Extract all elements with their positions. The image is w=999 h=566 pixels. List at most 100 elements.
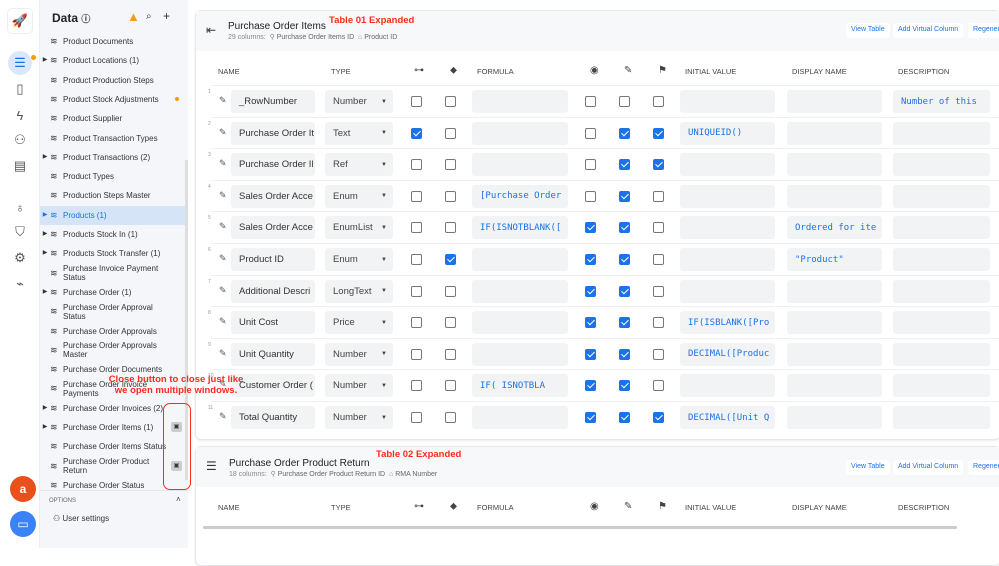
initial-value-input[interactable]: [680, 153, 775, 177]
chat-icon[interactable]: ▤: [8, 154, 32, 178]
collapse-icon[interactable]: ⇤: [206, 23, 216, 37]
sidebar-item[interactable]: ≋ Product Types: [40, 167, 186, 186]
require-checkbox[interactable]: [653, 222, 664, 234]
column-type-select[interactable]: EnumList ▼: [325, 216, 393, 240]
view-table-button[interactable]: View Table: [846, 460, 890, 475]
show-checkbox[interactable]: [585, 285, 596, 297]
formula-input[interactable]: IF(ISNOTBLANK([: [472, 216, 568, 240]
edit-column-icon[interactable]: ✎: [219, 221, 227, 232]
editable-checkbox[interactable]: [619, 317, 630, 329]
warning-icon[interactable]: ▲: [127, 9, 140, 24]
editable-checkbox[interactable]: [619, 412, 630, 423]
initial-value-input[interactable]: UNIQUEID(): [680, 121, 775, 145]
initial-value-input[interactable]: [680, 374, 775, 398]
key-checkbox[interactable]: [411, 254, 422, 265]
display-name-input[interactable]: [787, 90, 882, 113]
key-checkbox[interactable]: [411, 380, 422, 392]
description-input[interactable]: [893, 374, 990, 398]
show-checkbox[interactable]: [585, 222, 596, 234]
show-checkbox[interactable]: [585, 159, 596, 171]
launcher-icon[interactable]: a: [10, 476, 36, 502]
expand-arrow-icon[interactable]: ▶: [40, 404, 50, 413]
require-checkbox[interactable]: [653, 254, 664, 265]
require-checkbox[interactable]: [653, 159, 664, 171]
initial-value-input[interactable]: [680, 184, 775, 208]
edit-column-icon[interactable]: ✎: [219, 190, 227, 201]
show-checkbox[interactable]: [585, 380, 596, 392]
label-checkbox[interactable]: [445, 317, 456, 329]
label-checkbox[interactable]: [445, 254, 456, 265]
security-icon[interactable]: ⛉: [8, 220, 32, 244]
editable-checkbox[interactable]: [619, 380, 630, 392]
sidebar-item[interactable]: ▶ ≋ Product Transactions (2): [40, 148, 186, 167]
edit-column-icon[interactable]: ✎: [219, 348, 227, 359]
formula-input[interactable]: [472, 311, 568, 335]
sidebar-item[interactable]: ≋ Product Production Steps: [40, 71, 186, 90]
expand-arrow-icon[interactable]: ▶: [40, 211, 50, 220]
column-name-input[interactable]: Additional Descri: [231, 279, 315, 303]
column-name-input[interactable]: Unit Quantity: [231, 342, 315, 366]
label-checkbox[interactable]: [445, 190, 456, 202]
add-virtual-column-button[interactable]: Add Virtual Column: [893, 460, 964, 475]
list-icon[interactable]: ☰: [206, 459, 217, 473]
key-checkbox[interactable]: [411, 348, 422, 360]
description-input[interactable]: [893, 153, 990, 177]
settings-icon[interactable]: ⚙: [8, 246, 32, 270]
initial-value-input[interactable]: DECIMAL([Produc: [680, 342, 775, 366]
initial-value-input[interactable]: DECIMAL([Unit Q: [680, 406, 775, 429]
key-checkbox[interactable]: [411, 222, 422, 234]
sidebar-item[interactable]: ≋ Product Documents: [40, 32, 186, 51]
column-type-select[interactable]: Number ▼: [325, 342, 393, 366]
label-checkbox[interactable]: [445, 127, 456, 139]
display-name-input[interactable]: [787, 311, 882, 335]
editable-checkbox[interactable]: [619, 254, 630, 265]
app-logo-icon[interactable]: 🚀: [7, 8, 33, 34]
column-name-input[interactable]: _RowNumber: [231, 90, 315, 113]
column-type-select[interactable]: Number ▼: [325, 90, 393, 113]
label-checkbox[interactable]: [445, 96, 456, 107]
key-checkbox[interactable]: [411, 190, 422, 202]
formula-input[interactable]: [472, 248, 568, 271]
editable-checkbox[interactable]: [619, 159, 630, 171]
show-checkbox[interactable]: [585, 96, 596, 107]
expand-arrow-icon[interactable]: ▶: [40, 153, 50, 162]
sidebar-item[interactable]: ≋ Purchase Order Approvals: [40, 322, 186, 341]
display-name-input[interactable]: [787, 342, 882, 366]
formula-input[interactable]: [472, 90, 568, 113]
expand-arrow-icon[interactable]: ▶: [40, 288, 50, 297]
add-virtual-column-button[interactable]: Add Virtual Column: [893, 23, 964, 38]
initial-value-input[interactable]: [680, 216, 775, 240]
sidebar-item[interactable]: ≋ Purchase Order Approval Status: [40, 302, 186, 321]
require-checkbox[interactable]: [653, 96, 664, 107]
user-settings-link[interactable]: ⚇ User settings: [53, 514, 109, 523]
key-checkbox[interactable]: [411, 317, 422, 329]
show-checkbox[interactable]: [585, 190, 596, 202]
show-checkbox[interactable]: [585, 254, 596, 265]
sidebar-item[interactable]: ≋ Product Stock Adjustments: [40, 90, 186, 109]
expand-arrow-icon[interactable]: ▶: [40, 230, 50, 239]
description-input[interactable]: [893, 311, 990, 335]
chevron-up-icon[interactable]: ˄: [176, 495, 181, 504]
expand-arrow-icon[interactable]: ▶: [40, 249, 50, 258]
sidebar-item[interactable]: ≋ Purchase Order Approvals Master: [40, 341, 186, 360]
display-name-input[interactable]: [787, 406, 882, 429]
formula-input[interactable]: IF( ISNOTBLA: [472, 374, 568, 398]
require-checkbox[interactable]: [653, 127, 664, 139]
view-table-button[interactable]: View Table: [846, 23, 890, 38]
label-checkbox[interactable]: [445, 222, 456, 234]
formula-input[interactable]: [472, 153, 568, 177]
display-name-input[interactable]: Ordered for ite: [787, 216, 882, 240]
bot-icon[interactable]: ⚇: [8, 128, 32, 152]
description-input[interactable]: [893, 342, 990, 366]
sidebar-item[interactable]: ▶ ≋ Product Locations (1): [40, 51, 186, 70]
display-name-input[interactable]: [787, 374, 882, 398]
initial-value-input[interactable]: [680, 248, 775, 271]
data-icon[interactable]: ☰: [8, 51, 32, 75]
require-checkbox[interactable]: [653, 380, 664, 392]
column-name-input[interactable]: Product ID: [231, 248, 315, 271]
sidebar-item[interactable]: ≋ Purchase Invoice Payment Status: [40, 264, 186, 283]
regenerate-button[interactable]: Regenera: [968, 23, 999, 38]
key-checkbox[interactable]: [411, 96, 422, 107]
display-name-input[interactable]: [787, 279, 882, 303]
editable-checkbox[interactable]: [619, 127, 630, 139]
